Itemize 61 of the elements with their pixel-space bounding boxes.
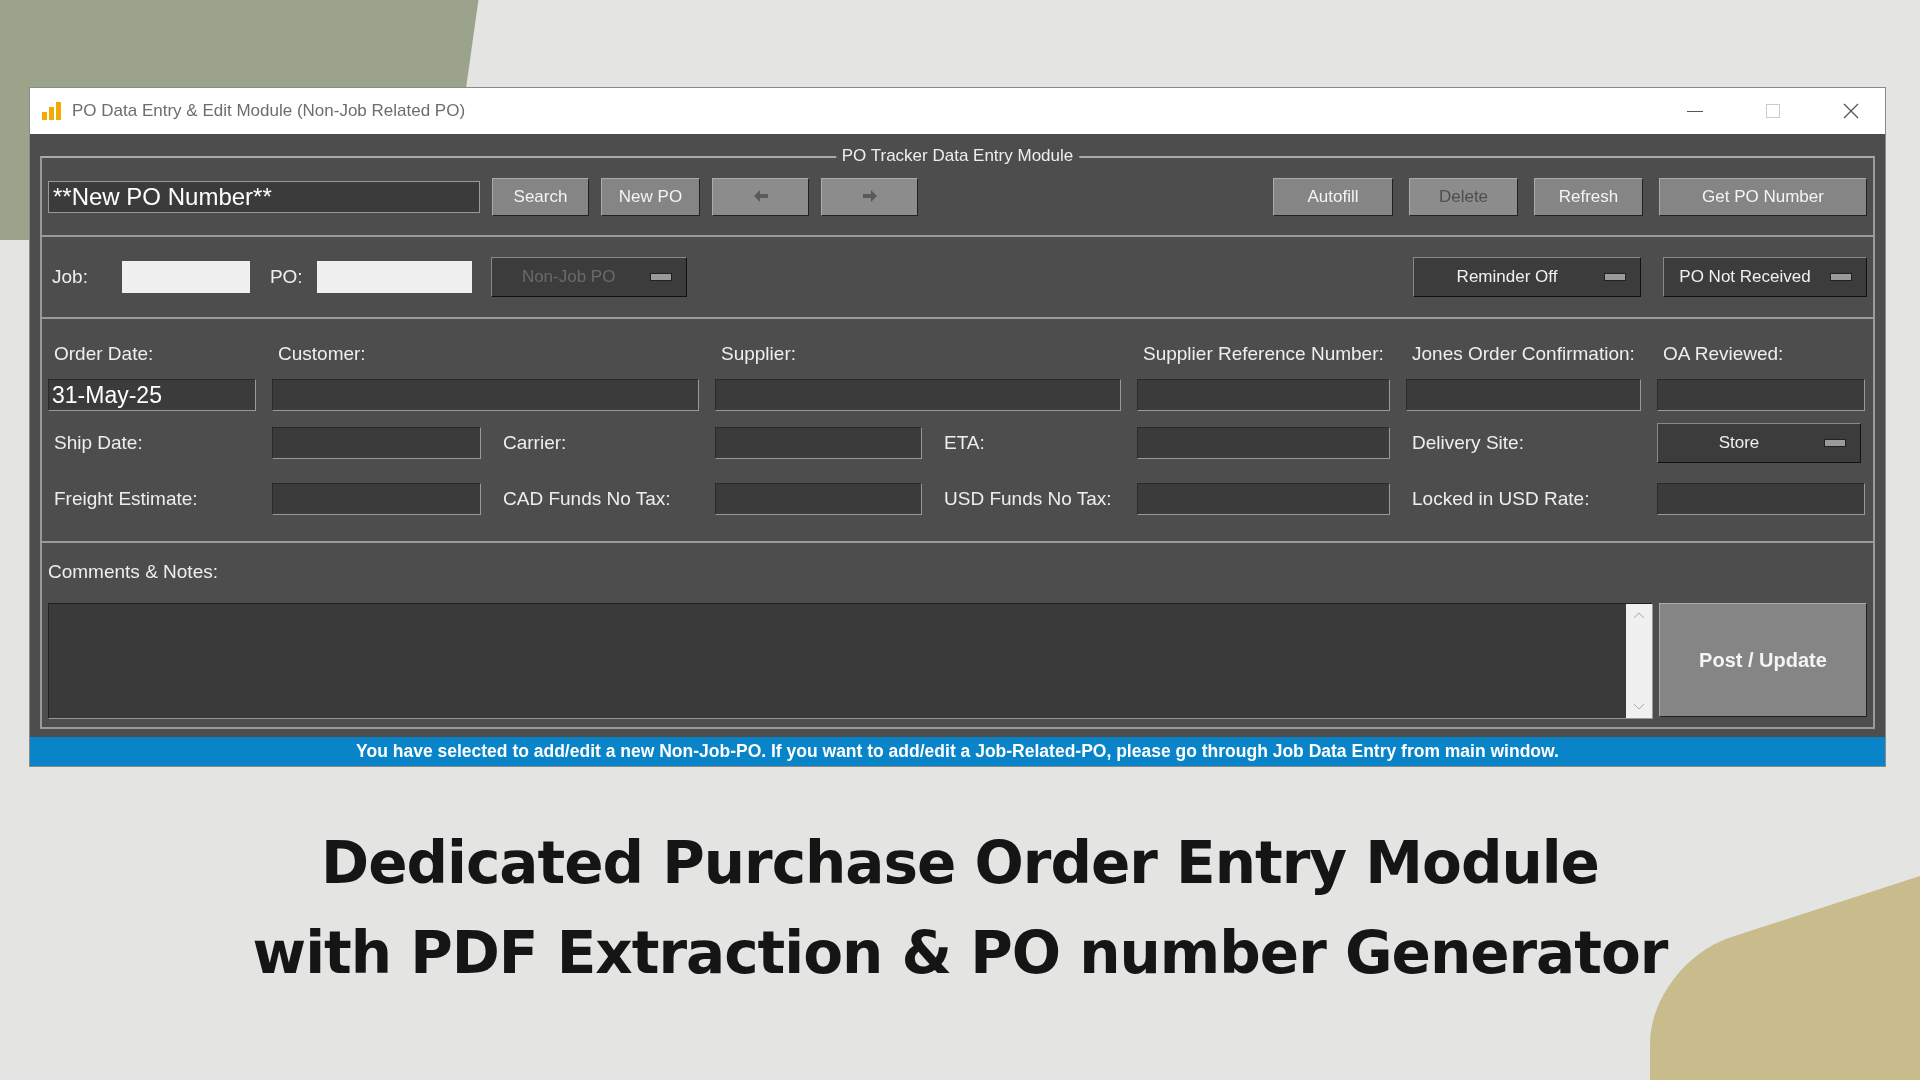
input-field[interactable] (1137, 379, 1390, 411)
caption-heading: with PDF Extraction & PO number Generator (252, 919, 1668, 987)
field-label: Ship Date: (53, 432, 144, 454)
scrollbar[interactable] (1626, 604, 1652, 718)
input-field[interactable] (1657, 483, 1865, 515)
input-field[interactable] (1406, 379, 1641, 411)
po-label: PO: (269, 266, 303, 288)
input-field[interactable] (272, 483, 481, 515)
toolbar-button[interactable]: Search (492, 178, 589, 216)
field-label: Order Date: (53, 342, 155, 366)
right-arrow-icon (862, 190, 877, 202)
input-field[interactable] (715, 483, 922, 515)
toolbar-button[interactable]: Autofill (1273, 178, 1393, 216)
input-field[interactable]: 31-May-25 (48, 379, 256, 411)
field-label: OA Reviewed: (1662, 342, 1785, 366)
scroll-up-icon (1633, 612, 1645, 619)
field-label: Freight Estimate: (53, 488, 199, 510)
field-label: Customer: (277, 342, 367, 366)
comments-field[interactable] (48, 603, 1653, 719)
field-label: USD Funds No Tax: (943, 488, 1113, 510)
field-label: ETA: (943, 432, 986, 454)
scroll-down-icon (1633, 703, 1645, 710)
job-label: Job: (52, 266, 88, 288)
field-label: Delivery Site: (1411, 432, 1525, 454)
toolbar-button[interactable]: Refresh (1534, 178, 1643, 216)
input-field[interactable] (715, 379, 1121, 411)
minimize-icon (1687, 110, 1703, 112)
dropdown-indicator-icon (1830, 273, 1852, 281)
input-field[interactable] (1137, 427, 1390, 459)
input-field[interactable] (1137, 483, 1390, 515)
field-label: Jones Order Confirmation: (1411, 342, 1636, 366)
bar-chart-icon (42, 102, 62, 120)
input-field[interactable] (272, 379, 699, 411)
po-number-field[interactable]: **New PO Number** (48, 181, 480, 213)
input-field[interactable] (272, 427, 481, 459)
toolbar-button[interactable]: Get PO Number (1659, 178, 1867, 216)
comments-label: Comments & Notes: (48, 561, 219, 583)
group-title: PO Tracker Data Entry Module (835, 146, 1080, 166)
input-field[interactable] (715, 427, 922, 459)
status-message: You have selected to add/edit a new Non-Job-PO. If you want to add/edit a Job-Related-PO, please go through Job Data Entry from main window. (30, 737, 1885, 766)
window-title: PO Data Entry & Edit Module (Non-Job Related PO) (72, 101, 467, 121)
field-label: Carrier: (502, 432, 568, 454)
close-icon (1843, 103, 1859, 119)
input-field[interactable] (1657, 379, 1865, 411)
dropdown[interactable]: Store (1657, 423, 1861, 463)
dropdown-indicator-icon (1824, 439, 1846, 447)
toolbar-button[interactable]: New PO (601, 178, 700, 216)
dropdown-indicator-icon (1604, 273, 1626, 281)
dropdown-indicator-icon (649, 273, 672, 281)
field-label: Supplier Reference Number: (1142, 342, 1385, 366)
job-field[interactable] (121, 261, 250, 293)
dropdown[interactable]: Reminder Off (1413, 257, 1641, 297)
caption-heading: Dedicated Purchase Order Entry Module (321, 829, 1599, 897)
field-label: Supplier: (720, 342, 797, 366)
field-label: Locked in USD Rate: (1411, 488, 1591, 510)
po-field[interactable] (316, 261, 472, 293)
field-label: CAD Funds No Tax: (502, 488, 672, 510)
dropdown[interactable]: PO Not Received (1663, 257, 1867, 297)
post-update-button[interactable]: Post / Update (1659, 603, 1867, 717)
maximize-icon (1766, 104, 1780, 118)
left-arrow-icon (753, 190, 768, 202)
